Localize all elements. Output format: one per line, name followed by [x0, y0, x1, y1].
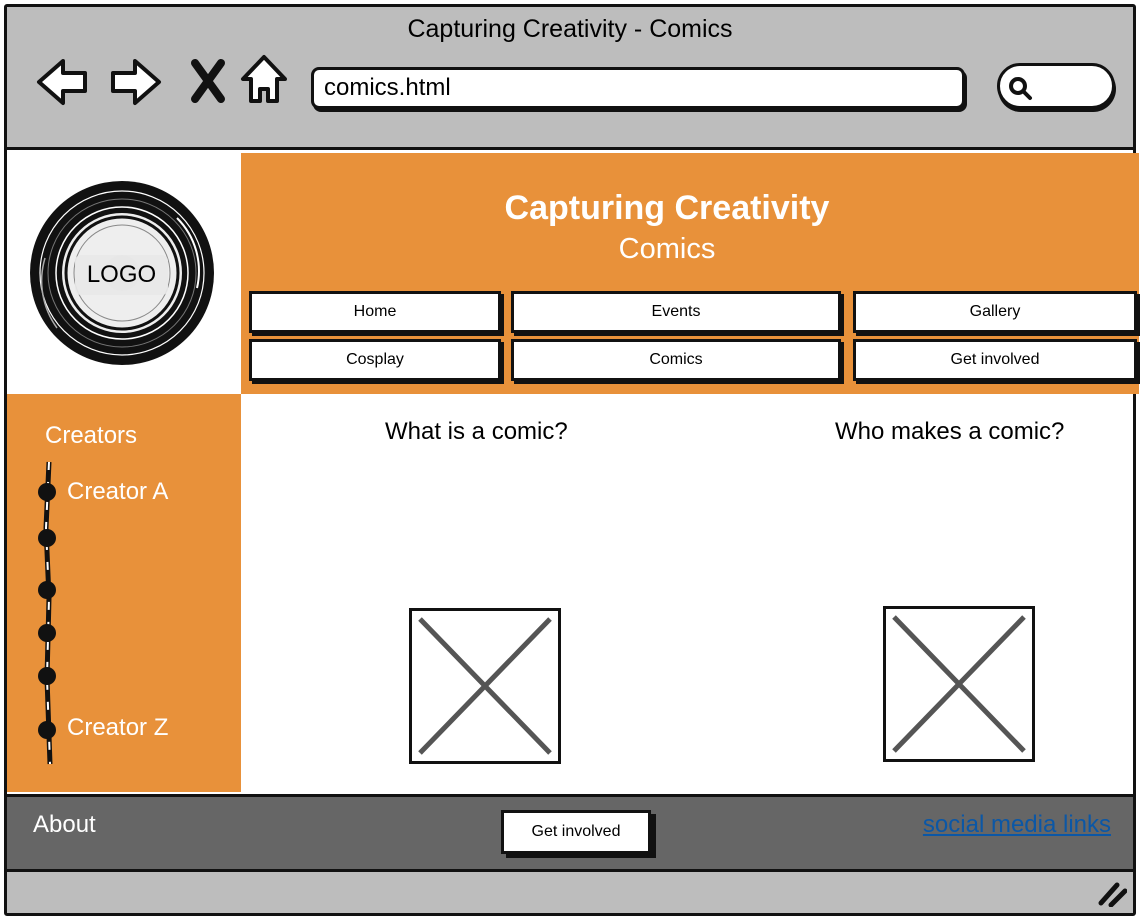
sidebar-title: Creators	[45, 422, 138, 449]
close-icon[interactable]	[179, 53, 237, 111]
browser-toolbar: comics.html	[7, 51, 1133, 147]
site-footer: About Get involved social media links	[4, 794, 1136, 872]
creator-a-link[interactable]: Creator A	[67, 478, 168, 506]
nav-home-button[interactable]: Home	[249, 291, 501, 333]
what-is-comic-heading: What is a comic?	[385, 418, 568, 445]
image-placeholder-icon	[883, 606, 1035, 762]
main-content: What is a comic? Who makes a comic?	[241, 394, 1133, 792]
timeline-icon	[29, 458, 69, 768]
nav-get-involved-button[interactable]: Get involved	[853, 339, 1137, 381]
social-media-link[interactable]: social media links	[923, 811, 1111, 839]
forward-arrow-icon[interactable]	[107, 53, 165, 111]
footer-get-involved-button[interactable]: Get involved	[501, 810, 651, 854]
search-input[interactable]	[997, 63, 1115, 109]
site-header: Capturing Creativity Comics Home Events …	[241, 153, 1139, 394]
browser-window: Capturing Creativity - Comics comics.htm…	[4, 4, 1139, 916]
page-content: LOGO Capturing Creativity Comics Home Ev…	[4, 147, 1139, 872]
home-icon[interactable]	[235, 51, 293, 109]
about-link[interactable]: About	[33, 811, 96, 839]
nav-events-button[interactable]: Events	[511, 291, 841, 333]
url-input[interactable]: comics.html	[311, 67, 965, 109]
resize-grip-icon[interactable]	[1097, 879, 1127, 907]
nav-cosplay-button[interactable]: Cosplay	[249, 339, 501, 381]
logo-label: LOGO	[75, 255, 168, 295]
status-bar	[7, 871, 1133, 915]
creators-sidebar: Creators Creator A Creator Z	[7, 394, 241, 792]
creator-z-link[interactable]: Creator Z	[67, 714, 168, 742]
nav-gallery-button[interactable]: Gallery	[853, 291, 1137, 333]
back-arrow-icon[interactable]	[33, 53, 91, 111]
site-title: Capturing Creativity	[504, 189, 830, 227]
window-title: Capturing Creativity - Comics	[407, 15, 733, 43]
who-makes-comic-heading: Who makes a comic?	[835, 418, 1065, 445]
logo-area: LOGO	[7, 150, 241, 394]
site-subtitle: Comics	[618, 233, 716, 265]
search-icon	[1009, 77, 1032, 100]
image-placeholder-icon	[409, 608, 561, 764]
nav-comics-button[interactable]: Comics	[511, 339, 841, 381]
